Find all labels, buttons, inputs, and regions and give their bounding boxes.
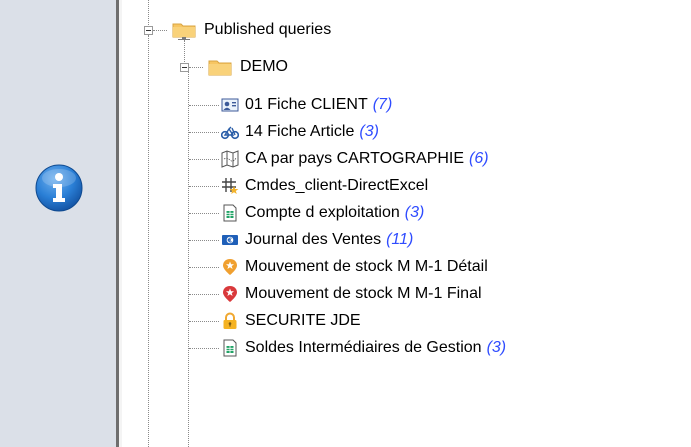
tree-line	[189, 240, 219, 241]
query-count: (6)	[469, 150, 489, 167]
tree-item-query[interactable]: Mouvement de stock M M-1 Final	[221, 282, 487, 306]
map-icon	[221, 150, 239, 168]
tree-node-label: DEMO	[240, 58, 288, 75]
tree-line	[189, 267, 219, 268]
tree-item-query[interactable]: Mouvement de stock M M-1 Détail	[221, 255, 493, 279]
folder-icon	[208, 60, 232, 76]
tree-line	[189, 132, 219, 133]
collapse-toggle[interactable]	[144, 26, 153, 35]
query-name: Compte d exploitation	[245, 204, 400, 221]
query-count: (3)	[359, 123, 379, 140]
star-badge-orange-icon	[223, 259, 237, 275]
tree-item-query[interactable]: Compte d exploitation (3)	[221, 201, 424, 225]
query-name: CA par pays CARTOGRAPHIE	[245, 150, 465, 167]
tree-line	[188, 72, 189, 447]
query-count: (7)	[372, 96, 393, 113]
tree-line	[148, 0, 149, 25]
query-name: Journal des Ventes	[245, 231, 382, 248]
query-tree-view[interactable]: Published queries DEMO 01 Fiche CLIENT (…	[122, 0, 691, 447]
tree-line	[153, 30, 167, 31]
banknote-euro-icon	[222, 235, 238, 245]
grid-star-icon	[222, 178, 239, 194]
query-name: Cmdes_client-DirectExcel	[245, 177, 429, 194]
message-icon-pane	[0, 0, 116, 447]
tree-line	[189, 348, 219, 349]
query-name: 14 Fiche Article	[245, 123, 355, 140]
tree-line	[189, 105, 219, 106]
tree-item-query[interactable]: Journal des Ventes (11)	[221, 228, 413, 252]
tree-line	[189, 186, 219, 187]
tree-line	[148, 35, 149, 447]
tree-item-query[interactable]: 01 Fiche CLIENT (7)	[221, 93, 392, 117]
tree-node-demo[interactable]: DEMO	[208, 55, 288, 79]
tree-node-published-queries[interactable]: Published queries	[172, 18, 331, 42]
tree-line	[189, 321, 219, 322]
star-badge-red-icon	[223, 286, 237, 302]
tree-item-query[interactable]: 14 Fiche Article (3)	[221, 120, 379, 144]
tree-line	[184, 40, 185, 62]
query-name: Soldes Intermédiaires de Gestion	[245, 339, 482, 356]
tree-node-label: Published queries	[204, 21, 332, 38]
query-name: SECURITE JDE	[245, 312, 361, 329]
bicycle-icon	[221, 126, 239, 140]
tree-line	[189, 67, 203, 68]
spreadsheet-icon	[223, 339, 237, 357]
published-folder-icon	[172, 23, 196, 40]
tree-line	[189, 213, 219, 214]
query-count: (3)	[404, 204, 425, 221]
query-count: (11)	[386, 231, 414, 248]
information-icon	[35, 164, 83, 212]
contact-card-icon	[221, 98, 239, 112]
padlock-icon	[223, 312, 237, 329]
query-count: (3)	[486, 339, 507, 356]
tree-item-query[interactable]: Soldes Intermédiaires de Gestion (3)	[221, 336, 506, 360]
collapse-toggle[interactable]	[180, 63, 189, 72]
tree-item-query[interactable]: SECURITE JDE	[221, 309, 366, 333]
query-name: 01 Fiche CLIENT	[245, 96, 368, 113]
spreadsheet-icon	[223, 204, 237, 222]
tree-line	[189, 294, 219, 295]
query-name: Mouvement de stock M M-1 Détail	[245, 258, 488, 275]
tree-item-query[interactable]: CA par pays CARTOGRAPHIE (6)	[221, 147, 489, 171]
query-name: Mouvement de stock M M-1 Final	[245, 285, 482, 302]
tree-line	[189, 159, 219, 160]
tree-item-query[interactable]: Cmdes_client-DirectExcel	[221, 174, 433, 198]
